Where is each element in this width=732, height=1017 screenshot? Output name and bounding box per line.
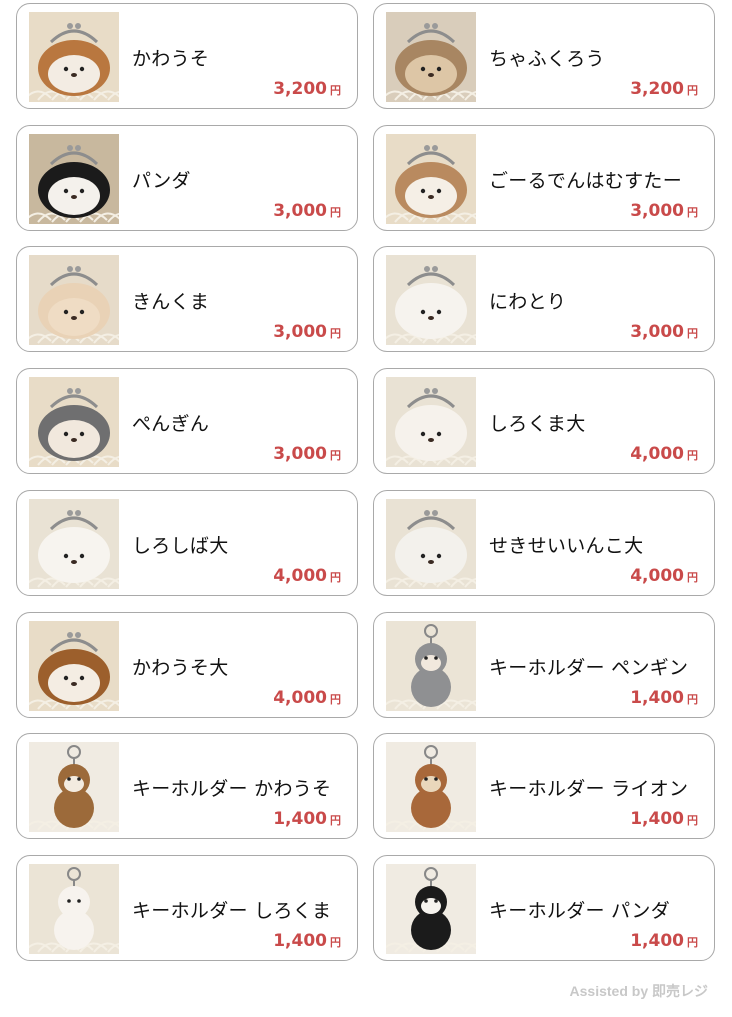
product-name: キーホルダー かわうそ bbox=[132, 778, 332, 800]
product-card[interactable]: かわうそ 3,200 円 bbox=[16, 3, 358, 109]
product-name: しろしば大 bbox=[132, 535, 229, 557]
price-amount: 1,400 bbox=[273, 809, 327, 829]
currency-unit: 円 bbox=[330, 571, 341, 584]
currency-unit: 円 bbox=[687, 327, 698, 340]
price-amount: 4,000 bbox=[273, 688, 327, 708]
price-amount: 4,000 bbox=[630, 566, 684, 586]
penguin-purse-image bbox=[29, 377, 119, 467]
product-price: 4,000 円 bbox=[630, 566, 698, 586]
product-name: キーホルダー ペンギン bbox=[489, 657, 689, 679]
currency-unit: 円 bbox=[687, 571, 698, 584]
product-card[interactable]: しろしば大 4,000 円 bbox=[16, 490, 358, 596]
product-name: にわとり bbox=[489, 291, 567, 313]
product-card[interactable]: しろくま大 4,000 円 bbox=[373, 368, 715, 474]
polar-bear-keychain-image bbox=[29, 864, 119, 954]
currency-unit: 円 bbox=[687, 206, 698, 219]
currency-unit: 円 bbox=[330, 206, 341, 219]
currency-unit: 円 bbox=[687, 449, 698, 462]
product-name: キーホルダー しろくま bbox=[132, 900, 332, 922]
product-name: ちゃふくろう bbox=[489, 48, 605, 70]
lion-keychain-image bbox=[386, 742, 476, 832]
currency-unit: 円 bbox=[687, 693, 698, 706]
product-card[interactable]: パンダ 3,000 円 bbox=[16, 125, 358, 231]
currency-unit: 円 bbox=[687, 814, 698, 827]
product-price: 4,000 円 bbox=[273, 566, 341, 586]
currency-unit: 円 bbox=[330, 693, 341, 706]
price-amount: 1,400 bbox=[630, 931, 684, 951]
product-price: 3,000 円 bbox=[273, 322, 341, 342]
product-card[interactable]: にわとり 3,000 円 bbox=[373, 246, 715, 352]
product-card[interactable]: ごーるでんはむすたー 3,000 円 bbox=[373, 125, 715, 231]
product-name: かわうそ bbox=[132, 48, 210, 70]
product-price: 3,000 円 bbox=[273, 201, 341, 221]
product-price: 3,000 円 bbox=[630, 201, 698, 221]
price-amount: 1,400 bbox=[630, 688, 684, 708]
product-price: 1,400 円 bbox=[273, 931, 341, 951]
budgie-purse-image bbox=[386, 499, 476, 589]
product-price: 1,400 円 bbox=[630, 809, 698, 829]
hamster-purse-image bbox=[386, 134, 476, 224]
currency-unit: 円 bbox=[330, 327, 341, 340]
product-price: 1,400 円 bbox=[630, 931, 698, 951]
footer-attribution: Assisted by 即売レジ bbox=[569, 983, 708, 999]
product-price: 3,200 円 bbox=[630, 79, 698, 99]
white-shiba-purse-image bbox=[29, 499, 119, 589]
product-card[interactable]: きんくま 3,000 円 bbox=[16, 246, 358, 352]
currency-unit: 円 bbox=[330, 449, 341, 462]
panda-purse-image bbox=[29, 134, 119, 224]
currency-unit: 円 bbox=[687, 936, 698, 949]
price-amount: 4,000 bbox=[273, 566, 327, 586]
product-price: 4,000 円 bbox=[630, 444, 698, 464]
currency-unit: 円 bbox=[330, 814, 341, 827]
large-otter-purse-image bbox=[29, 621, 119, 711]
price-amount: 1,400 bbox=[630, 809, 684, 829]
price-amount: 3,000 bbox=[630, 322, 684, 342]
product-card[interactable]: キーホルダー しろくま 1,400 円 bbox=[16, 855, 358, 961]
product-name: キーホルダー ライオン bbox=[489, 778, 689, 800]
otter-keychain-image bbox=[29, 742, 119, 832]
currency-unit: 円 bbox=[330, 936, 341, 949]
product-card[interactable]: せきせいいんこ大 4,000 円 bbox=[373, 490, 715, 596]
product-name: きんくま bbox=[132, 291, 210, 313]
product-card[interactable]: キーホルダー ライオン 1,400 円 bbox=[373, 733, 715, 839]
product-price: 4,000 円 bbox=[273, 688, 341, 708]
chicken-purse-image bbox=[386, 255, 476, 345]
price-amount: 3,000 bbox=[273, 322, 327, 342]
product-price: 3,200 円 bbox=[273, 79, 341, 99]
price-amount: 3,200 bbox=[273, 79, 327, 99]
product-card[interactable]: キーホルダー ペンギン 1,400 円 bbox=[373, 612, 715, 718]
product-name: かわうそ大 bbox=[132, 657, 229, 679]
owl-purse-image bbox=[386, 12, 476, 102]
penguin-keychain-image bbox=[386, 621, 476, 711]
product-name: ぺんぎん bbox=[132, 413, 210, 435]
product-name: せきせいいんこ大 bbox=[489, 535, 644, 557]
product-card[interactable]: キーホルダー パンダ 1,400 円 bbox=[373, 855, 715, 961]
product-card[interactable]: ちゃふくろう 3,200 円 bbox=[373, 3, 715, 109]
product-name: ごーるでんはむすたー bbox=[489, 170, 683, 192]
price-amount: 3,000 bbox=[273, 444, 327, 464]
kinkuma-purse-image bbox=[29, 255, 119, 345]
otter-purse-image bbox=[29, 12, 119, 102]
product-price: 3,000 円 bbox=[630, 322, 698, 342]
price-amount: 1,400 bbox=[273, 931, 327, 951]
product-card[interactable]: かわうそ大 4,000 円 bbox=[16, 612, 358, 718]
product-price: 1,400 円 bbox=[273, 809, 341, 829]
product-name: しろくま大 bbox=[489, 413, 586, 435]
price-amount: 3,200 bbox=[630, 79, 684, 99]
price-amount: 4,000 bbox=[630, 444, 684, 464]
panda-keychain-image bbox=[386, 864, 476, 954]
polar-bear-purse-image bbox=[386, 377, 476, 467]
product-price: 3,000 円 bbox=[273, 444, 341, 464]
price-amount: 3,000 bbox=[630, 201, 684, 221]
currency-unit: 円 bbox=[687, 84, 698, 97]
product-name: パンダ bbox=[132, 170, 191, 192]
product-card[interactable]: キーホルダー かわうそ 1,400 円 bbox=[16, 733, 358, 839]
price-amount: 3,000 bbox=[273, 201, 327, 221]
currency-unit: 円 bbox=[330, 84, 341, 97]
product-card[interactable]: ぺんぎん 3,000 円 bbox=[16, 368, 358, 474]
product-name: キーホルダー パンダ bbox=[489, 900, 670, 922]
product-price: 1,400 円 bbox=[630, 688, 698, 708]
